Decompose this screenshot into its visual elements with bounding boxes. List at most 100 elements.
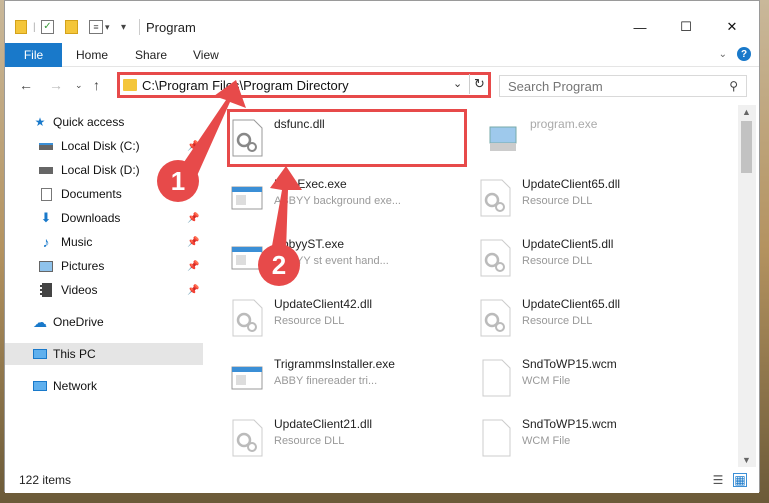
sidebar-item-label: Pictures xyxy=(61,259,105,273)
file-description: WCM File xyxy=(522,435,571,447)
refresh-button[interactable]: ↻ xyxy=(469,74,489,94)
dll-gear-icon xyxy=(478,239,512,277)
expand-ribbon-icon[interactable]: ⌄ xyxy=(719,49,727,60)
navigation-pane: ★ Quick access Local Disk (C:) 📌 Local D… xyxy=(5,105,203,467)
window-title: Program xyxy=(146,20,196,35)
file-name: UpdateClient21.dll xyxy=(274,417,373,431)
file-name: program.exe xyxy=(530,117,598,131)
back-arrow-icon[interactable]: ← xyxy=(19,77,33,93)
exe-window-icon xyxy=(230,179,264,217)
file-name: TrigrammsInstaller.exe xyxy=(274,357,395,371)
pin-icon[interactable]: 📌 xyxy=(187,261,199,272)
file-item[interactable]: SndToWP15.wcm WCM File xyxy=(472,349,712,405)
sidebar-item-this-pc[interactable]: This PC xyxy=(5,343,203,365)
maximize-button[interactable]: ☐ xyxy=(663,13,709,41)
exe-icon xyxy=(486,119,520,157)
item-count: 122 items xyxy=(19,473,72,487)
cloud-icon: ☁ xyxy=(33,313,47,330)
file-description: Resource DLL xyxy=(274,435,345,447)
forward-arrow-icon[interactable]: → xyxy=(49,77,63,93)
sidebar-item-pictures[interactable]: Pictures 📌 xyxy=(5,255,203,277)
status-bar: 122 items ☰ ▦ xyxy=(5,467,759,493)
star-icon: ★ xyxy=(34,115,46,129)
search-box[interactable]: ⚲ xyxy=(499,75,747,97)
sidebar-item-label: Videos xyxy=(61,283,98,297)
computer-icon xyxy=(33,347,47,361)
up-arrow-icon[interactable]: ↑ xyxy=(93,77,100,93)
address-bar[interactable]: C:\Program Files\Program Directory ⌄ ↻ xyxy=(117,72,491,98)
dll-gear-icon xyxy=(478,299,512,337)
vertical-scrollbar[interactable]: ▲ ▼ xyxy=(738,105,756,467)
file-item[interactable]: UpdateClient5.dll Resource DLL xyxy=(472,229,712,285)
search-input[interactable] xyxy=(500,76,720,96)
sidebar-item-downloads[interactable]: ⬇ Downloads 📌 xyxy=(5,207,203,229)
blank-file-icon xyxy=(478,419,512,457)
dll-gear-icon xyxy=(478,179,512,217)
file-name: SndToWP15.wcm xyxy=(522,417,617,431)
annotation-badge-1: 1 xyxy=(157,160,199,202)
chevron-down-icon[interactable]: ▾ xyxy=(121,17,126,37)
help-icon[interactable]: ? xyxy=(737,47,751,61)
sidebar-item-label: Quick access xyxy=(53,115,125,129)
sidebar-item-local-disk-c[interactable]: Local Disk (C:) 📌 xyxy=(5,135,203,157)
file-name: UpdateClient65.dll xyxy=(522,297,621,311)
sidebar-item-network[interactable]: Network xyxy=(5,375,203,397)
large-icons-view-icon[interactable]: ▦ xyxy=(733,473,747,487)
address-path[interactable]: C:\Program Files\Program Directory xyxy=(142,78,349,93)
scroll-down-icon[interactable]: ▼ xyxy=(742,455,751,465)
tab-home[interactable]: Home xyxy=(76,43,108,67)
pin-icon[interactable]: 📌 xyxy=(187,141,199,152)
pictures-icon xyxy=(39,259,53,273)
sidebar-item-label: Downloads xyxy=(61,211,121,225)
blank-file-icon xyxy=(478,359,512,397)
address-dropdown-icon[interactable]: ⌄ xyxy=(453,77,462,90)
exe-window-icon xyxy=(230,359,264,397)
highlight-box xyxy=(227,109,467,167)
tab-share[interactable]: Share xyxy=(135,43,167,67)
properties-icon[interactable]: ✓ xyxy=(41,17,54,37)
file-item[interactable]: FineExec.exe ABBYY background exe... xyxy=(224,169,464,225)
file-item[interactable]: UpdateClient65.dll Resource DLL xyxy=(472,289,712,345)
sidebar-item-label: Documents xyxy=(61,187,122,201)
title-bar: | ✓ ≡ ▾ ▾ Program — ☐ ✕ xyxy=(5,1,759,43)
video-icon xyxy=(39,283,53,297)
navigation-bar: ← → ⌄ ↑ C:\Program Files\Program Directo… xyxy=(5,67,759,103)
search-icon[interactable]: ⚲ xyxy=(729,79,738,93)
pin-icon[interactable]: 📌 xyxy=(187,213,199,224)
drive-icon xyxy=(39,139,53,153)
file-description: Resource DLL xyxy=(274,315,345,327)
scroll-thumb[interactable] xyxy=(741,121,752,173)
file-description: ABBYY background exe... xyxy=(274,195,401,207)
recent-locations-icon[interactable]: ⌄ xyxy=(75,80,83,91)
file-item[interactable]: UpdateClient65.dll Resource DLL xyxy=(472,169,712,225)
sidebar-item-onedrive[interactable]: ☁ OneDrive xyxy=(5,311,203,333)
file-description: ABBY finereader tri... xyxy=(274,375,378,387)
folder-icon[interactable] xyxy=(15,17,27,37)
file-item[interactable]: TrigrammsInstaller.exe ABBY finereader t… xyxy=(224,349,464,405)
music-icon: ♪ xyxy=(42,234,50,250)
file-item[interactable]: SndToWP15.wcm WCM File xyxy=(472,409,712,465)
file-description: WCM File xyxy=(522,375,571,387)
sidebar-item-quick-access[interactable]: ★ Quick access xyxy=(5,111,203,133)
pin-icon[interactable]: 📌 xyxy=(187,285,199,296)
file-name: FineExec.exe xyxy=(274,177,347,191)
tab-view[interactable]: View xyxy=(193,43,219,67)
drive-icon xyxy=(39,163,53,177)
file-description: Resource DLL xyxy=(522,315,593,327)
sidebar-item-music[interactable]: ♪ Music 📌 xyxy=(5,231,203,253)
close-button[interactable]: ✕ xyxy=(709,13,755,41)
tab-file[interactable]: File xyxy=(5,43,62,67)
customize-toolbar-icon[interactable]: ≡ ▾ xyxy=(89,17,110,37)
details-view-icon[interactable]: ☰ xyxy=(711,473,725,487)
minimize-button[interactable]: — xyxy=(617,13,663,41)
sidebar-item-label: Network xyxy=(53,379,98,393)
file-item[interactable]: UpdateClient21.dll Resource DLL xyxy=(224,409,464,465)
scroll-up-icon[interactable]: ▲ xyxy=(742,107,751,117)
file-item[interactable]: UpdateClient42.dll Resource DLL xyxy=(224,289,464,345)
file-name: SndToWP15.wcm xyxy=(522,357,617,371)
file-description: Resource DLL xyxy=(522,255,593,267)
file-item[interactable]: program.exe xyxy=(480,109,720,165)
new-folder-icon[interactable] xyxy=(65,17,78,37)
pin-icon[interactable]: 📌 xyxy=(187,237,199,248)
sidebar-item-videos[interactable]: Videos 📌 xyxy=(5,279,203,301)
